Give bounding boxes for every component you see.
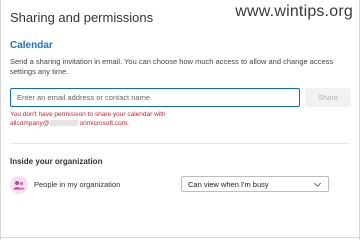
error-text-line1: You don't have permission to share your … (10, 111, 166, 118)
permission-selected-value: Can view when I'm busy (188, 179, 269, 189)
error-email-prefix: allcompany@ (10, 119, 50, 127)
watermark-text: www.wintips.org (235, 3, 353, 20)
organization-heading: Inside your organization (10, 157, 103, 166)
people-group-icon-svg (13, 181, 25, 190)
people-group-icon (10, 176, 28, 194)
error-email-suffix: onmicrosoft.com. (79, 119, 129, 127)
calendar-heading: Calendar (10, 40, 53, 51)
people-in-organization-label: People in my organization (34, 180, 121, 189)
sharing-permissions-dialog: Sharing and permissions www.wintips.org … (0, 0, 360, 240)
error-message: You don't have permission to share your … (10, 111, 300, 128)
chevron-down-icon (314, 182, 321, 187)
permission-dropdown[interactable]: Can view when I'm busy (181, 176, 329, 192)
bottom-border (1, 237, 360, 238)
email-input[interactable] (10, 88, 300, 107)
section-divider (10, 143, 350, 144)
share-button[interactable]: Share (305, 88, 351, 107)
dialog-title: Sharing and permissions (10, 10, 154, 25)
redacted-block (50, 119, 79, 126)
sharing-description: Send a sharing invitation in email. You … (10, 57, 334, 76)
